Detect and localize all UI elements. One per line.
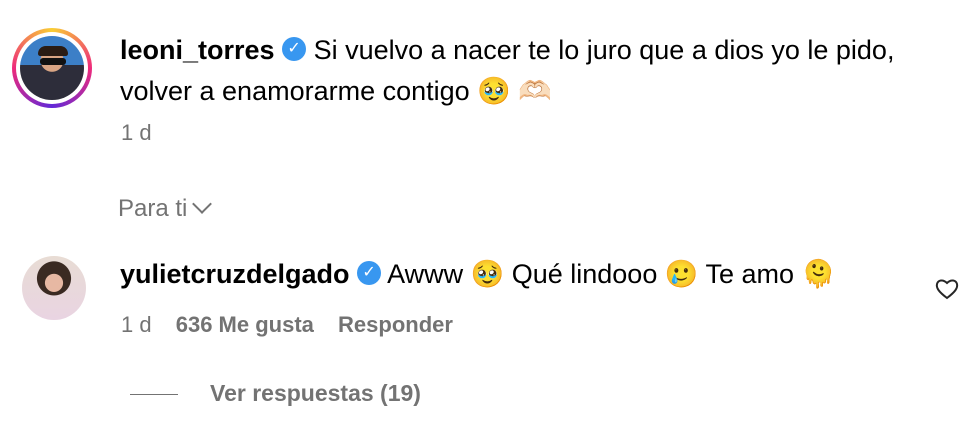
sort-dropdown[interactable]: Para ti bbox=[118, 194, 213, 223]
avatar-leoni-torres[interactable] bbox=[20, 36, 84, 100]
heart-outline-icon[interactable] bbox=[935, 278, 959, 300]
replies-divider-line bbox=[130, 394, 178, 395]
comment-2-text: Awww 🥹 Qué lindooo 🥲 Te amo 🫠 bbox=[387, 259, 836, 289]
comment-2-meta: 1 d 636 Me gusta Responder bbox=[121, 312, 453, 338]
verified-badge-icon: ✓ bbox=[357, 260, 382, 285]
chevron-down-icon bbox=[192, 194, 213, 214]
reply-button[interactable]: Responder bbox=[338, 312, 453, 337]
sort-label: Para ti bbox=[118, 195, 188, 222]
verified-badge-icon: ✓ bbox=[282, 36, 307, 61]
avatar-glasses bbox=[40, 58, 66, 65]
comment-1-time: 1 d bbox=[121, 120, 152, 145]
avatar-hair bbox=[38, 46, 68, 56]
view-replies-button[interactable]: Ver respuestas (19) bbox=[210, 380, 421, 407]
comment-2-time: 1 d bbox=[121, 312, 152, 337]
comment-2-body: yulietcruzdelgado ✓ Awww 🥹 Qué lindooo 🥲… bbox=[120, 254, 900, 295]
comment-1-body: leoni_torres ✓ Si vuelvo a nacer te lo j… bbox=[120, 30, 920, 112]
avatar-yulietcruzdelgado[interactable] bbox=[22, 256, 86, 320]
comment-2-username[interactable]: yulietcruzdelgado bbox=[120, 259, 350, 289]
comment-2-likes[interactable]: 636 Me gusta bbox=[176, 312, 314, 337]
comment-1-username[interactable]: leoni_torres bbox=[120, 35, 275, 65]
